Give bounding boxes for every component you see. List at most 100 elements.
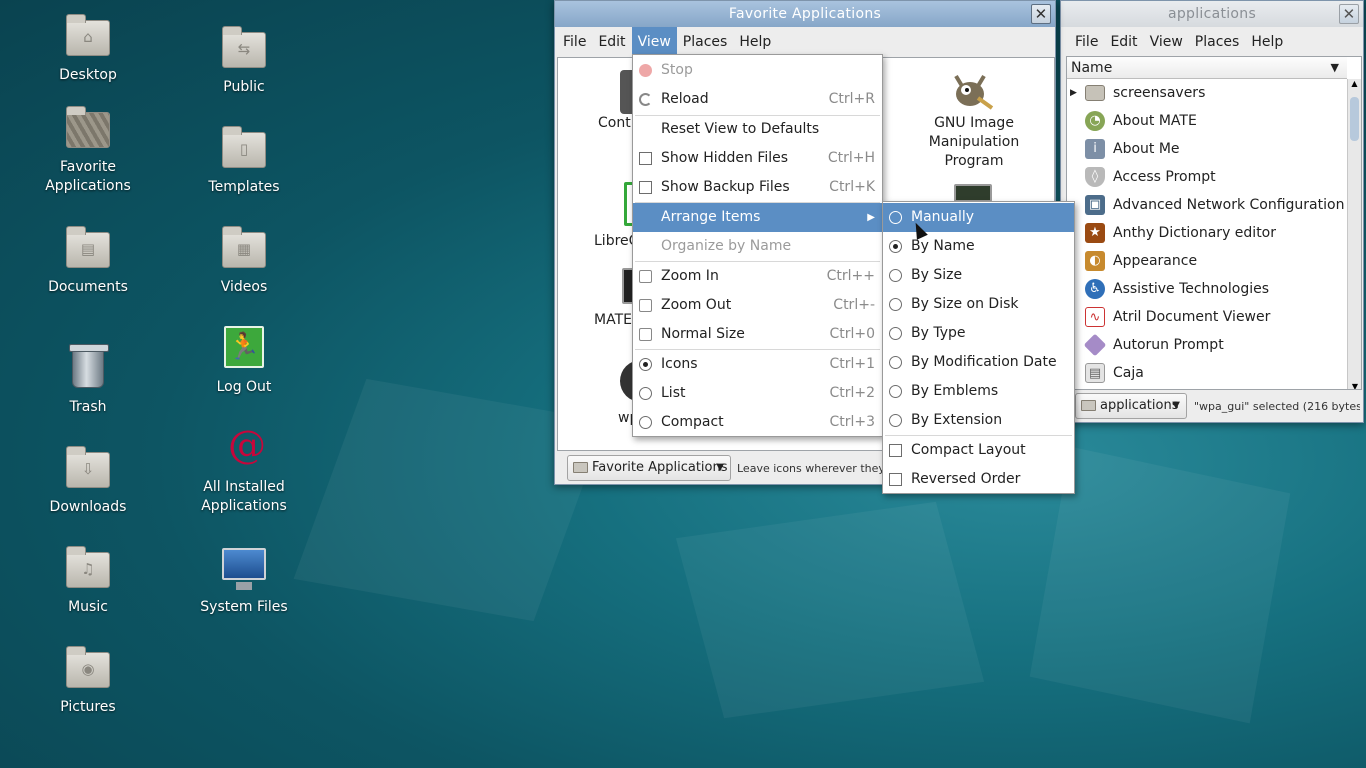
desktop-icon-downloads[interactable]: ⇩ Downloads [28,444,148,517]
shield-icon: ◊ [1085,167,1105,187]
menu-view[interactable]: View [631,27,677,57]
desktop-icon-label: Desktop [59,67,117,83]
radio [889,385,902,398]
reload-icon [639,93,652,106]
desktop-icon-templates[interactable]: ▯ Templates [184,124,304,197]
menu-file[interactable]: File [1069,27,1104,57]
terminal-app-icon[interactable] [954,184,992,202]
menu-item-zoom-in[interactable]: Zoom In Ctrl++ [633,262,882,291]
computer-icon [222,548,266,590]
desktop-icon-documents[interactable]: ▤ Documents [28,224,148,297]
gimp-icon[interactable] [950,68,994,112]
menu-help[interactable]: Help [733,27,777,57]
menu-file[interactable]: File [557,27,592,57]
desktop-icon-label: Videos [220,279,268,295]
menu-item-by-size-on-disk[interactable]: By Size on Disk [883,290,1074,319]
list-item[interactable]: ▣ Advanced Network Configuration [1067,191,1344,219]
list-item[interactable]: ★ Anthy Dictionary editor [1067,219,1276,247]
menubar: File Edit View Places Help [555,27,1055,57]
menu-edit[interactable]: Edit [592,27,631,57]
menu-item-organize-by-name[interactable]: Organize by Name [633,232,882,261]
dictionary-icon: ★ [1085,223,1105,243]
desktop-icon-label: Documents [48,279,128,295]
user-info-icon: i [1085,139,1105,159]
menu-item-by-name[interactable]: By Name [883,232,1074,261]
radio-selected [889,240,902,253]
desktop-icon-music[interactable]: ♫ Music [28,544,148,617]
menu-item-by-size[interactable]: By Size [883,261,1074,290]
menu-item-stop[interactable]: Stop [633,56,882,85]
close-button[interactable]: ✕ [1339,4,1359,24]
menu-item-icons[interactable]: Icons Ctrl+1 [633,350,882,379]
scroll-down-arrow-icon[interactable]: ▼ [1348,382,1361,389]
menu-item-list[interactable]: List Ctrl+2 [633,379,882,408]
list-item[interactable]: ∿ Atril Document Viewer [1067,303,1270,331]
autorun-icon [1083,333,1107,357]
menu-view[interactable]: View [1144,27,1189,57]
window-title: applications [1167,6,1257,22]
menu-item-normal-size[interactable]: Normal Size Ctrl+0 [633,320,882,349]
menu-item-by-type[interactable]: By Type [883,319,1074,348]
scroll-up-arrow-icon[interactable]: ▲ [1348,79,1361,93]
list-item[interactable]: ♿ Assistive Technologies [1067,275,1269,303]
radio [889,211,902,224]
mate-icon: ◔ [1085,111,1105,131]
menu-item-zoom-out[interactable]: Zoom Out Ctrl+- [633,291,882,320]
close-button[interactable]: ✕ [1031,4,1051,24]
radio [889,414,902,427]
list-item[interactable]: i About Me [1067,135,1180,163]
desktop-icon-log-out[interactable]: 🏃 Log Out [184,324,304,397]
window-titlebar[interactable]: applications ✕ [1061,1,1363,27]
app-label[interactable]: GNU Image Manipulation Program [914,114,1034,171]
status-text: Leave icons wherever they are dr [737,462,883,475]
desktop-icon-all-installed-applications[interactable]: @ All Installed Applications [184,424,304,516]
list-item[interactable]: Autorun Prompt [1067,331,1224,359]
view-menu: Stop Reload Ctrl+R Reset View to Defaults… [632,54,883,437]
desktop-icon-system-files[interactable]: System Files [184,544,304,617]
folder-icon: ♫ [66,546,110,588]
location-button[interactable]: Favorite Applications ▼ [567,455,731,481]
menu-item-show-hidden[interactable]: Show Hidden Files Ctrl+H [633,144,882,173]
folder-icon: ⇆ [222,26,266,68]
applications-window: applications ✕ File Edit View Places Hel… [1060,0,1364,423]
desktop-icon-desktop[interactable]: ⌂ Desktop [28,12,148,85]
desktop-icon-public[interactable]: ⇆ Public [184,24,304,97]
list-item[interactable]: ◊ Access Prompt [1067,163,1216,191]
chevron-down-icon: ▼ [1172,400,1180,411]
desktop-icon-trash[interactable]: Trash [28,344,148,417]
list-item[interactable]: ▶ screensavers [1067,79,1205,107]
location-button[interactable]: applications ▼ [1075,393,1187,419]
list-item[interactable]: ▤ Caja [1067,359,1144,387]
menu-item-reset-view[interactable]: Reset View to Defaults [633,115,882,144]
desktop-icon-label: System Files [200,599,288,615]
menu-places[interactable]: Places [1189,27,1246,57]
scrollbar-thumb[interactable] [1350,97,1359,141]
menu-item-show-backup[interactable]: Show Backup Files Ctrl+K [633,173,882,202]
menu-places[interactable]: Places [677,27,734,57]
desktop-icon-label: Log Out [216,379,272,395]
menu-item-compact[interactable]: Compact Ctrl+3 [633,408,882,437]
folder-icon: ⌂ [66,14,110,56]
list-item[interactable]: ◔ About MATE [1067,107,1197,135]
menu-item-compact-layout[interactable]: Compact Layout [883,436,1074,465]
radio [889,327,902,340]
checkbox [639,152,652,165]
desktop-icon-videos[interactable]: ▦ Videos [184,224,304,297]
menu-edit[interactable]: Edit [1104,27,1143,57]
chevron-down-icon: ▼ [716,462,724,473]
vertical-scrollbar[interactable]: ▲ ▼ [1347,79,1361,389]
menu-item-by-emblems[interactable]: By Emblems [883,377,1074,406]
menu-item-by-extension[interactable]: By Extension [883,406,1074,435]
menu-item-reload[interactable]: Reload Ctrl+R [633,85,882,114]
list-item[interactable]: ◐ Appearance [1067,247,1197,275]
menu-item-arrange-items[interactable]: Arrange Items ▶ [633,203,882,232]
desktop-icon-favorite-applications[interactable]: Favorite Applications [28,104,148,196]
menu-item-by-modification-date[interactable]: By Modification Date [883,348,1074,377]
desktop-icon-pictures[interactable]: ◉ Pictures [28,644,148,717]
menu-item-reversed-order[interactable]: Reversed Order [883,465,1074,494]
desktop-icon-label: Downloads [49,499,127,515]
window-titlebar[interactable]: Favorite Applications ✕ [555,1,1055,27]
stop-icon [639,64,652,77]
column-header-name[interactable]: Name ▼ [1067,57,1347,79]
menu-help[interactable]: Help [1245,27,1289,57]
